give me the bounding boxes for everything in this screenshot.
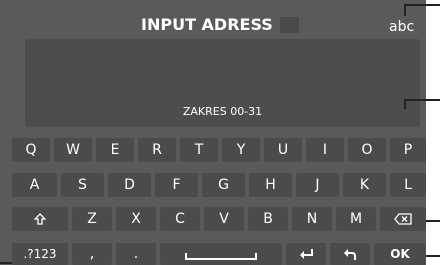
enter-icon — [300, 249, 313, 259]
backspace-key[interactable] — [380, 207, 426, 231]
key-d[interactable]: D — [108, 173, 151, 197]
key-f[interactable]: F — [155, 173, 198, 197]
undo-icon — [344, 249, 356, 260]
backspace-icon — [394, 213, 412, 225]
shift-icon — [34, 213, 46, 225]
key-comma[interactable]: , — [72, 243, 112, 265]
ok-button[interactable]: OK — [374, 243, 426, 265]
symbols-key[interactable]: .?123 — [12, 243, 68, 265]
page-title: INPUT ADRESS — [141, 15, 273, 34]
key-s[interactable]: S — [61, 173, 104, 197]
key-t[interactable]: T — [180, 138, 218, 162]
undo-key[interactable] — [330, 243, 370, 265]
title-highlight — [280, 17, 299, 33]
input-mode-toggle[interactable]: abc — [389, 19, 414, 35]
space-key[interactable] — [160, 243, 282, 265]
key-e[interactable]: E — [96, 138, 134, 162]
key-k[interactable]: K — [343, 173, 386, 197]
key-o[interactable]: O — [348, 138, 386, 162]
key-z[interactable]: Z — [72, 207, 112, 231]
key-h[interactable]: H — [249, 173, 292, 197]
key-y[interactable]: Y — [222, 138, 260, 162]
key-m[interactable]: M — [336, 207, 376, 231]
range-hint: ZAKRES 00-31 — [182, 105, 263, 118]
callout-line-input — [404, 99, 440, 101]
key-x[interactable]: X — [116, 207, 156, 231]
address-input-area[interactable]: ZAKRES 00-31 — [25, 39, 420, 127]
key-j[interactable]: J — [296, 173, 339, 197]
shift-key[interactable] — [12, 207, 68, 231]
space-icon — [185, 243, 257, 265]
callout-line-mode-h — [404, 4, 440, 6]
enter-key[interactable] — [286, 243, 326, 265]
key-q[interactable]: Q — [12, 138, 50, 162]
key-r[interactable]: R — [138, 138, 176, 162]
key-g[interactable]: G — [202, 173, 245, 197]
key-l[interactable]: L — [390, 173, 426, 197]
callout-line-input-v — [404, 99, 406, 109]
key-w[interactable]: W — [54, 138, 92, 162]
key-period[interactable]: . — [116, 243, 156, 265]
key-c[interactable]: C — [160, 207, 200, 231]
key-b[interactable]: B — [248, 207, 288, 231]
key-a[interactable]: A — [12, 173, 57, 197]
key-i[interactable]: I — [306, 138, 344, 162]
key-p[interactable]: P — [390, 138, 426, 162]
key-v[interactable]: V — [204, 207, 244, 231]
key-u[interactable]: U — [264, 138, 302, 162]
key-n[interactable]: N — [292, 207, 332, 231]
